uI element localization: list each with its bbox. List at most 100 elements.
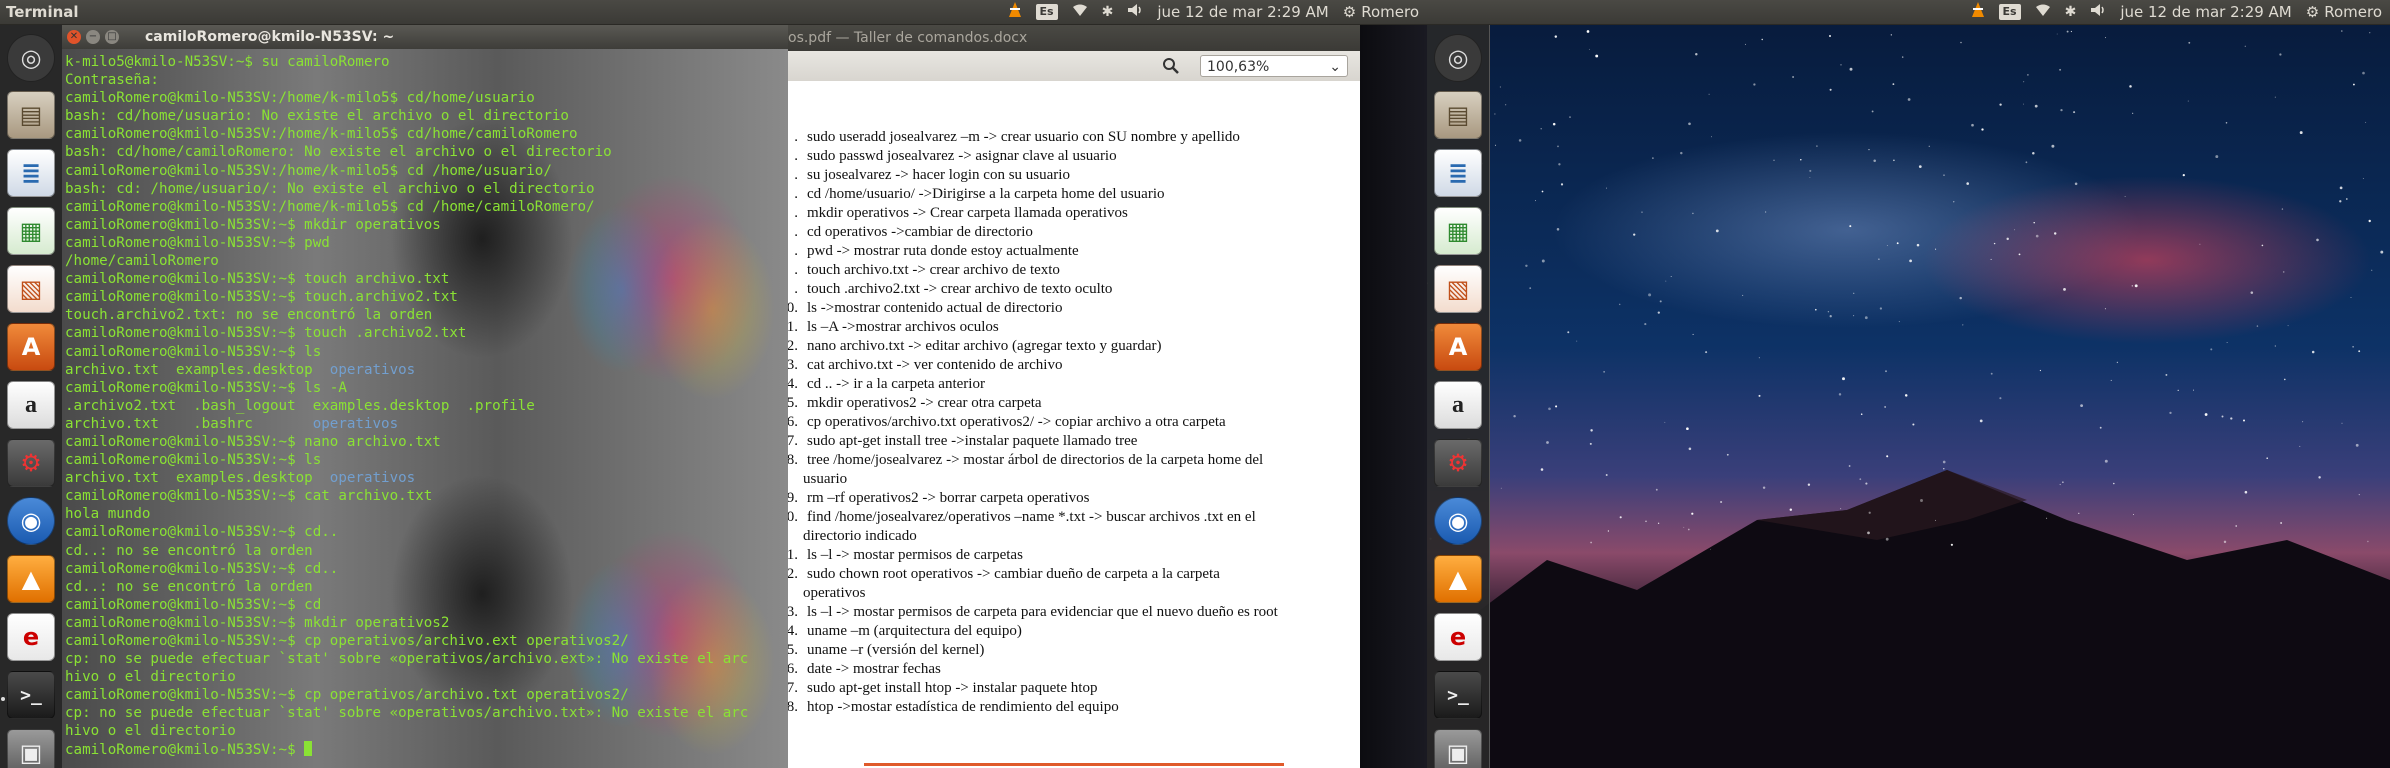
list-number: 2. <box>788 566 798 582</box>
search-icon[interactable] <box>1162 57 1180 75</box>
software-center-icon[interactable]: A <box>1434 323 1482 371</box>
calc-icon[interactable]: ▦ <box>7 207 55 255</box>
terminal-output[interactable]: k-milo5@kmilo-N53SV:~$ su camiloRomero Co… <box>62 49 788 768</box>
list-number: . <box>794 224 798 240</box>
left-monitor: Terminal Es ✱ jue 12 de mar 2:29 AM ⚙ Ro… <box>0 0 1427 768</box>
dash-home-icon[interactable]: ◎ <box>7 34 55 82</box>
star <box>1711 136 1713 138</box>
list-text: cd .. -> ir a la carpeta anterior <box>807 376 985 392</box>
star <box>2182 173 2185 177</box>
star <box>1898 321 1900 323</box>
list-text: sudo chown root operativos -> cambiar du… <box>807 566 1220 582</box>
user-menu[interactable]: ⚙ Romero <box>2306 3 2382 21</box>
terminal-line: cd..: no se encontró la orden <box>65 578 313 595</box>
star <box>2104 459 2108 463</box>
bluetooth-icon[interactable]: ✱ <box>2065 4 2077 20</box>
terminal-icon[interactable]: >_ <box>7 671 55 719</box>
star <box>1800 159 1802 161</box>
list-text: cd operativos ->cambiar de directorio <box>807 224 1033 240</box>
terminal-line: camiloRomero@kmilo-N53SV:~$ cp operativo… <box>65 633 629 649</box>
workspace-switcher-icon[interactable]: ▣ <box>7 729 55 768</box>
software-center-icon[interactable]: A <box>7 323 55 371</box>
chromium-icon[interactable]: ◉ <box>7 497 55 545</box>
system-settings-icon[interactable]: ⚙ <box>1434 439 1482 487</box>
star <box>1886 245 1888 247</box>
vlc-icon[interactable]: ▲ <box>7 555 55 603</box>
files-icon[interactable]: ▤ <box>7 91 55 139</box>
volume-icon[interactable] <box>1127 3 1143 21</box>
star <box>2134 284 2138 288</box>
keyboard-layout-indicator[interactable]: Es <box>1035 4 1058 20</box>
star <box>1546 441 1549 444</box>
user-menu[interactable]: ⚙ Romero <box>1343 3 1419 21</box>
wifi-icon[interactable] <box>2035 3 2051 21</box>
vlc-indicator-icon[interactable] <box>1971 2 1985 22</box>
workspace-switcher-icon[interactable]: ▣ <box>1434 729 1482 768</box>
clock[interactable]: jue 12 de mar 2:29 AM <box>2120 3 2291 21</box>
writer-icon[interactable]: ≣ <box>7 149 55 197</box>
terminal-window[interactable]: ✕ − □ camiloRomero@kmilo-N53SV: ~ k-milo… <box>62 25 788 768</box>
minimize-icon[interactable]: − <box>86 30 100 44</box>
document-list-item: 4. cd .. -> ir a la carpeta anterior <box>788 375 1348 394</box>
amazon-icon[interactable]: a <box>1434 381 1482 429</box>
star <box>2345 198 2348 200</box>
close-icon[interactable]: ✕ <box>67 30 81 44</box>
document-viewer-window[interactable]: os.pdf — Taller de comandos.docx 100,63%… <box>788 25 1360 768</box>
star <box>2274 345 2276 347</box>
terminal-line: archivo.txt examples.desktop operativos <box>65 361 416 378</box>
impress-icon[interactable]: ▧ <box>7 265 55 313</box>
writer-icon[interactable]: ≣ <box>1434 149 1482 197</box>
star <box>2282 271 2285 273</box>
wifi-icon[interactable] <box>1072 3 1088 21</box>
terminal-line: archivo.txt .bashrc operativos <box>65 415 399 432</box>
star <box>1518 139 1522 142</box>
star <box>1878 258 1880 261</box>
volume-icon[interactable] <box>2090 3 2106 21</box>
star <box>2256 325 2259 327</box>
terminal-line: camiloRomero@kmilo-N53SV:~$ touch archiv… <box>65 271 450 288</box>
star <box>1589 442 1592 445</box>
launcher-right: ◎ ▤ ≣ ▦ ▧ A a ⚙ ◉ ▲ e >_ ▣ <box>1427 25 1490 768</box>
document-titlebar[interactable]: os.pdf — Taller de comandos.docx <box>788 25 1360 51</box>
bluetooth-icon[interactable]: ✱ <box>1102 4 1114 20</box>
star <box>1633 233 1636 236</box>
chromium-icon[interactable]: ◉ <box>1434 497 1482 545</box>
star <box>1541 259 1545 263</box>
horizontal-scrollbar[interactable] <box>864 763 1284 766</box>
keyboard-layout-indicator[interactable]: Es <box>1998 4 2021 20</box>
star <box>2355 443 2359 447</box>
vlc-indicator-icon[interactable] <box>1008 2 1022 22</box>
impress-icon[interactable]: ▧ <box>1434 265 1482 313</box>
system-settings-icon[interactable]: ⚙ <box>7 439 55 487</box>
zoom-value: 100,63% <box>1207 59 1270 75</box>
star <box>2124 195 2126 197</box>
zoom-select[interactable]: 100,63% ⌄ <box>1200 55 1348 77</box>
star <box>1829 315 1832 318</box>
amazon-icon[interactable]: a <box>7 381 55 429</box>
list-number: . <box>794 167 798 183</box>
calc-icon[interactable]: ▦ <box>1434 207 1482 255</box>
terminal-icon[interactable]: >_ <box>1434 671 1482 719</box>
clock[interactable]: jue 12 de mar 2:29 AM <box>1157 3 1328 21</box>
star <box>2284 378 2286 381</box>
list-number: 8. <box>788 452 798 468</box>
document-list-item: 7. sudo apt-get install tree ->instalar p… <box>788 432 1348 451</box>
maximize-icon[interactable]: □ <box>105 30 119 44</box>
star <box>2169 411 2172 415</box>
files-icon[interactable]: ▤ <box>1434 91 1482 139</box>
ebook-reader-icon[interactable]: e <box>1434 613 1482 661</box>
star <box>2225 122 2228 124</box>
star <box>1842 377 1845 381</box>
terminal-titlebar[interactable]: ✕ − □ camiloRomero@kmilo-N53SV: ~ <box>62 25 788 49</box>
star <box>1807 483 1811 486</box>
star <box>2318 476 2321 479</box>
star <box>1816 145 1818 147</box>
star <box>1655 488 1658 491</box>
terminal-line: touch.archivo2.txt: no se encontró la or… <box>65 307 433 324</box>
ebook-reader-icon[interactable]: e <box>7 613 55 661</box>
list-text: sudo apt-get install htop -> instalar pa… <box>807 680 1098 696</box>
star <box>1652 157 1654 159</box>
vlc-icon[interactable]: ▲ <box>1434 555 1482 603</box>
document-list-item: 2. nano archivo.txt -> editar archivo (ag… <box>788 337 1348 356</box>
dash-home-icon[interactable]: ◎ <box>1434 34 1482 82</box>
